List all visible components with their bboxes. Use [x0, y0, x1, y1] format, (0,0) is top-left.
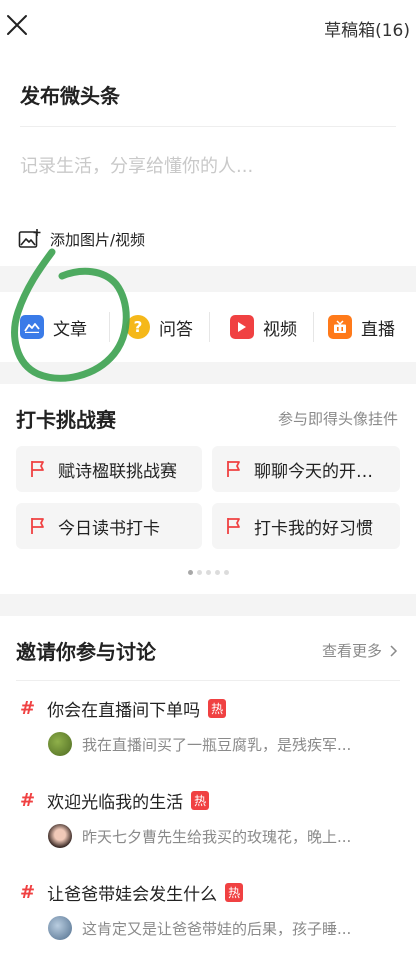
hot-badge: 热: [208, 699, 227, 718]
challenge-label: 赋诗楹联挑战赛: [58, 461, 177, 482]
challenge-label: 聊聊今天的开…: [254, 461, 373, 482]
divider: [109, 312, 110, 342]
post-type-label: 视频: [263, 319, 297, 340]
post-type-video[interactable]: 视频: [230, 315, 297, 340]
avatar: [48, 824, 72, 848]
compose-input[interactable]: 记录生活，分享给懂你的人...: [20, 152, 253, 178]
page-dot: [214, 570, 220, 575]
flag-icon: [31, 518, 44, 534]
close-icon[interactable]: [6, 14, 28, 36]
question-icon: ?: [126, 315, 150, 339]
challenge-item[interactable]: 打卡我的好习惯: [212, 503, 400, 549]
topic-title: 你会在直播间下单吗: [47, 701, 201, 721]
challenge-section: 打卡挑战赛 参与即得头像挂件 赋诗楹联挑战赛 聊聊今天的开… 今日读书打卡 打卡…: [0, 384, 416, 594]
hashtag-icon: #: [20, 790, 36, 811]
topic-item[interactable]: # 让爸爸带娃会发生什么 热 这肯定又是让爸爸带娃的后果，孩子睡...: [0, 880, 416, 950]
topic-preview: 昨天七夕曹先生给我买的玫瑰花，晚上...: [82, 827, 352, 846]
discussion-section: 邀请你参与讨论 查看更多 # 你会在直播间下单吗 热 我在直播间买了一瓶豆腐乳，…: [0, 616, 416, 966]
divider: [16, 680, 400, 681]
flag-icon: [227, 461, 240, 477]
hashtag-icon: #: [20, 698, 36, 719]
challenge-reward-link[interactable]: 参与即得头像挂件: [278, 408, 398, 429]
challenge-label: 打卡我的好习惯: [254, 518, 373, 539]
article-icon: [20, 315, 44, 339]
see-more-label: 查看更多: [321, 642, 382, 660]
flag-icon: [31, 461, 44, 477]
page-dot: [196, 570, 202, 575]
hot-badge: 热: [191, 791, 210, 810]
section-title: 邀请你参与讨论: [16, 640, 156, 664]
post-type-label: 文章: [53, 319, 87, 340]
divider: [209, 312, 210, 342]
topic-item[interactable]: # 你会在直播间下单吗 热 我在直播间买了一瓶豆腐乳，是残疾军...: [0, 696, 416, 766]
image-add-icon: [18, 229, 41, 248]
post-type-live[interactable]: 直播: [328, 315, 395, 340]
add-media-button[interactable]: 添加图片/视频: [18, 228, 145, 250]
drafts-button[interactable]: 草稿箱(16): [324, 16, 410, 41]
challenge-item[interactable]: 聊聊今天的开…: [212, 446, 400, 492]
post-type-qa[interactable]: ? 问答: [126, 315, 193, 340]
post-type-label: 问答: [159, 319, 193, 340]
see-more-link[interactable]: 查看更多: [322, 640, 398, 661]
avatar: [48, 732, 72, 756]
challenge-item[interactable]: 今日读书打卡: [16, 503, 202, 549]
avatar: [48, 916, 72, 940]
page-dot: [223, 570, 229, 575]
hot-badge: 热: [225, 883, 244, 902]
topic-title: 欢迎光临我的生活: [47, 793, 184, 813]
hashtag-icon: #: [20, 882, 36, 903]
topic-preview: 这肯定又是让爸爸带娃的后果，孩子睡...: [82, 919, 352, 938]
flag-icon: [227, 518, 240, 534]
post-type-label: 直播: [361, 319, 395, 340]
challenge-label: 今日读书打卡: [58, 518, 160, 539]
post-type-article[interactable]: 文章: [20, 315, 87, 340]
post-type-bar: 文章 ? 问答 视频 直播: [0, 292, 416, 362]
topic-title: 让爸爸带娃会发生什么: [47, 885, 218, 905]
page-indicator: [0, 570, 416, 575]
compose-divider: [20, 126, 396, 127]
page-dot: [205, 570, 211, 575]
live-tv-icon: [328, 315, 352, 339]
compose-title: 发布微头条: [20, 84, 120, 108]
compose-panel: 发布微头条 记录生活，分享给懂你的人... 添加图片/视频: [0, 56, 416, 266]
section-title: 打卡挑战赛: [16, 408, 116, 432]
add-media-label: 添加图片/视频: [50, 230, 146, 249]
topic-item[interactable]: # 欢迎光临我的生活 热 昨天七夕曹先生给我买的玫瑰花，晚上...: [0, 788, 416, 858]
divider: [313, 312, 314, 342]
page-dot: [187, 570, 193, 575]
top-bar: 草稿箱(16): [0, 0, 416, 56]
topic-preview: 我在直播间买了一瓶豆腐乳，是残疾军...: [82, 735, 352, 754]
chevron-right-icon: [390, 644, 398, 657]
challenge-item[interactable]: 赋诗楹联挑战赛: [16, 446, 202, 492]
video-play-icon: [230, 315, 254, 339]
